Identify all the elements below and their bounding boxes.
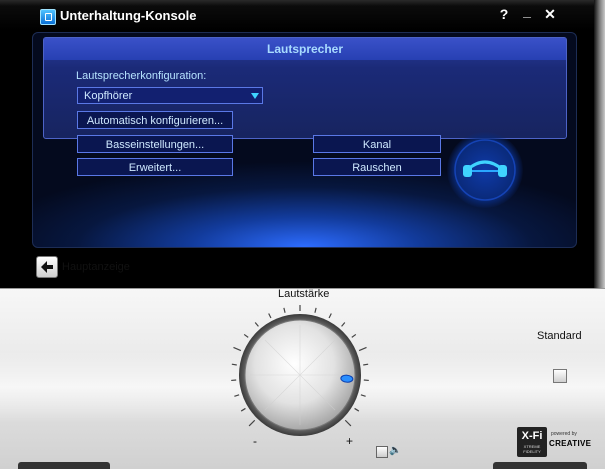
window-title: Unterhaltung-Konsole xyxy=(60,8,197,23)
creative-logo: CREATIVE xyxy=(549,439,592,448)
back-button[interactable] xyxy=(36,256,58,278)
title-bar: Unterhaltung-Konsole ? _ ✕ xyxy=(0,0,605,32)
volume-knob[interactable] xyxy=(220,305,390,445)
app-icon xyxy=(40,9,56,25)
speaker-icon: 🔈 xyxy=(389,445,402,456)
volume-tick xyxy=(283,307,286,313)
volume-tick xyxy=(240,407,246,412)
xfi-text: X-Fi xyxy=(521,430,543,442)
volume-tick xyxy=(328,313,332,319)
standard-button[interactable] xyxy=(553,369,567,383)
console-foot-right xyxy=(493,462,587,469)
volume-tick xyxy=(248,419,256,427)
close-button[interactable]: ✕ xyxy=(541,6,559,23)
bass-settings-button[interactable]: Basseinstellungen... xyxy=(77,135,233,153)
dropdown-arrow-icon xyxy=(251,93,259,99)
console-window: Unterhaltung-Konsole ? _ ✕ Lautsprecher … xyxy=(0,0,605,289)
channel-button[interactable]: Kanal xyxy=(313,135,441,153)
advanced-button[interactable]: Erweitert... xyxy=(77,158,233,176)
volume-tick xyxy=(233,346,242,352)
volume-tick xyxy=(344,419,352,427)
volume-tick xyxy=(243,333,249,338)
volume-tick xyxy=(341,322,346,327)
volume-tick xyxy=(363,363,369,366)
volume-max-label: + xyxy=(346,434,354,448)
auto-configure-button[interactable]: Automatisch konfigurieren... xyxy=(77,111,233,129)
powered-by-text: powered by xyxy=(551,431,577,437)
volume-tick xyxy=(358,346,367,352)
help-button[interactable]: ? xyxy=(495,6,513,22)
volume-tick xyxy=(314,307,317,313)
volume-tick xyxy=(254,322,259,327)
arrow-left-icon xyxy=(41,261,53,273)
minimize-button[interactable]: _ xyxy=(518,3,536,19)
volume-label: Lautstärke xyxy=(278,288,330,300)
volume-tick xyxy=(351,333,357,338)
volume-tick xyxy=(360,394,366,397)
volume-min-label: - xyxy=(253,434,257,448)
noise-button[interactable]: Rauschen xyxy=(313,158,441,176)
volume-tick xyxy=(231,363,237,366)
speaker-config-dropdown[interactable]: Kopfhörer xyxy=(77,87,263,104)
standard-label: Standard xyxy=(537,330,582,342)
speaker-config-label: Lautsprecherkonfiguration: xyxy=(76,70,207,82)
panel-title: Lautsprecher xyxy=(44,38,566,60)
back-label: Hauptanzeige xyxy=(62,261,130,273)
xfi-logo: X-Fi XTREME FIDELITY xyxy=(517,427,547,457)
speaker-panel: Lautsprecher Lautsprecherkonfiguration: … xyxy=(32,32,577,248)
volume-tick xyxy=(354,407,360,412)
xfi-subtext: XTREME FIDELITY xyxy=(523,444,541,454)
window-edge xyxy=(594,0,605,288)
brand-logo: X-Fi XTREME FIDELITY powered by CREATIVE xyxy=(517,427,599,457)
mute-checkbox[interactable] xyxy=(376,446,388,458)
volume-tick xyxy=(234,394,240,397)
console-foot-left xyxy=(18,462,110,469)
headphones-icon xyxy=(447,132,523,208)
speaker-config-value: Kopfhörer xyxy=(84,90,133,102)
volume-tick xyxy=(268,313,272,319)
